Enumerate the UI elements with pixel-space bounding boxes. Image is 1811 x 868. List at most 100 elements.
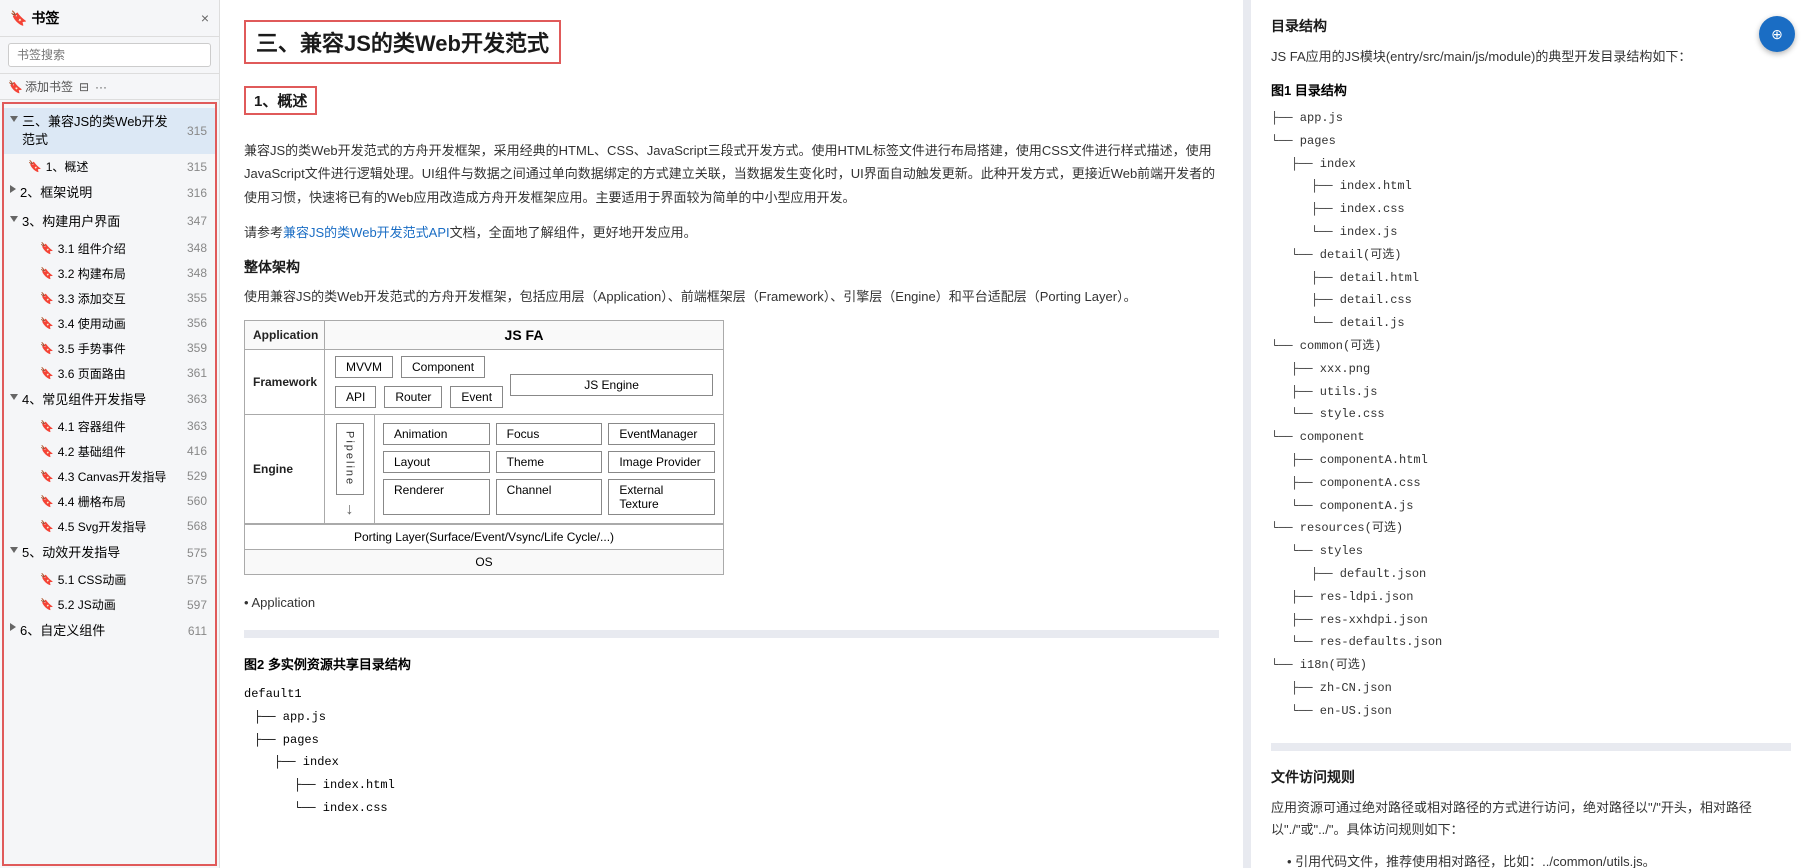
sidebar-item-3-6[interactable]: 🔖 3.6 页面路由 361: [4, 361, 215, 386]
file-tree-item: └── detail(可选): [1271, 244, 1791, 267]
right-panel: 目录结构 JS FA应用的JS模块(entry/src/main/js/modu…: [1251, 0, 1811, 868]
intro-paragraph: 兼容JS的类Web开发范式的方舟开发框架，采用经典的HTML、CSS、JavaS…: [244, 139, 1219, 209]
main-content: 三、兼容JS的类Web开发范式 1、概述 兼容JS的类Web开发范式的方舟开发框…: [220, 0, 1811, 868]
file-tree-item: └── res-defaults.json: [1271, 631, 1791, 654]
file-tree-item: ├── detail.css: [1271, 289, 1791, 312]
os-label: OS: [475, 555, 492, 569]
file-tree: ├── app.js└── pages├── index├── index.ht…: [1271, 107, 1791, 723]
bookmark-icon-5-1: 🔖: [40, 573, 54, 586]
sidebar-item-4-4-page: 560: [179, 494, 207, 508]
sidebar-item-section2[interactable]: 2、框架说明 316: [4, 179, 215, 207]
sidebar-search-container: [0, 37, 219, 74]
sidebar-title: 书签: [31, 10, 59, 26]
sidebar-search-input[interactable]: [8, 43, 211, 67]
link-suffix: 文档，全面地了解组件，更好地开发应用。: [450, 225, 697, 240]
fab-button[interactable]: ⊕: [1759, 16, 1795, 52]
sidebar-item-1-overview[interactable]: 🔖 1、概述 315: [4, 154, 215, 179]
sidebar-item-4-1-label: 4.1 容器组件: [58, 418, 126, 435]
image-provider-box: Image Provider: [608, 451, 715, 473]
sidebar-item-4-3-page: 529: [179, 469, 207, 483]
right-panel-intro: JS FA应用的JS模块(entry/src/main/js/module)的典…: [1271, 46, 1791, 68]
sidebar-item-3-5[interactable]: 🔖 3.5 手势事件 359: [4, 336, 215, 361]
fig2-label: 图2 多实例资源共享目录结构: [244, 654, 1219, 673]
link-para: 请参考兼容JS的类Web开发范式API文档，全面地了解组件，更好地开发应用。: [244, 221, 1219, 244]
sidebar-item-3-4-label: 3.4 使用动画: [58, 315, 126, 332]
event-box: Event: [450, 386, 503, 408]
sidebar-item-section3b-label: 3、构建用户界面: [22, 213, 120, 231]
sidebar-item-3-2[interactable]: 🔖 3.2 构建布局 348: [4, 261, 215, 286]
bookmark-icon-3-3: 🔖: [40, 292, 54, 305]
expand-icon-section5: [10, 544, 18, 558]
bookmark-header-icon: 🔖: [10, 10, 27, 26]
bookmark-icon-4-1: 🔖: [40, 420, 54, 433]
sidebar-item-4-1[interactable]: 🔖 4.1 容器组件 363: [4, 414, 215, 439]
sidebar-item-4-3[interactable]: 🔖 4.3 Canvas开发指导 529: [4, 464, 215, 489]
sidebar-item-section5[interactable]: 5、动效开发指导 575: [4, 539, 215, 567]
sidebar-item-3-4[interactable]: 🔖 3.4 使用动画 356: [4, 311, 215, 336]
main-content-block: 三、兼容JS的类Web开发范式 1、概述 兼容JS的类Web开发范式的方舟开发框…: [244, 20, 1219, 610]
sidebar-item-section4-page: 363: [179, 391, 207, 408]
file-tree-item: ├── index: [1271, 153, 1791, 176]
sidebar-item-3-5-page: 359: [179, 341, 207, 355]
file-access-title: 文件访问规则: [1271, 767, 1791, 787]
sidebar-item-3-4-page: 356: [179, 316, 207, 330]
bookmark-icon-3-1: 🔖: [40, 242, 54, 255]
rules-list: • 引用代码文件，推荐使用相对路径，比如：../common/utils.js。…: [1271, 851, 1791, 868]
more-options-button[interactable]: ···: [95, 80, 107, 94]
sidebar-item-3-3[interactable]: 🔖 3.3 添加交互 355: [4, 286, 215, 311]
fig2-tree-line-5: ├── index.html: [244, 774, 1219, 797]
fig2-tree-line-4: ├── index: [244, 751, 1219, 774]
sidebar-item-3-1[interactable]: 🔖 3.1 组件介绍 348: [4, 236, 215, 261]
file-tree-item: └── index.js: [1271, 221, 1791, 244]
animation-box: Animation: [383, 423, 490, 445]
sidebar-close-button[interactable]: ×: [201, 10, 209, 26]
sidebar-item-4-5[interactable]: 🔖 4.5 Svg开发指导 568: [4, 514, 215, 539]
sidebar-item-4-3-label: 4.3 Canvas开发指导: [58, 468, 167, 485]
channel-box: Channel: [496, 479, 603, 515]
sidebar-item-section6[interactable]: 6、自定义组件 611: [4, 617, 215, 645]
api-link[interactable]: 兼容JS的类Web开发范式API: [283, 225, 450, 240]
sidebar-item-4-2-label: 4.2 基础组件: [58, 443, 126, 460]
fig2-section: 图2 多实例资源共享目录结构 default1 ├── app.js ├── p…: [244, 630, 1219, 820]
sidebar-item-5-2[interactable]: 🔖 5.2 JS动画 597: [4, 592, 215, 617]
focus-box: Focus: [496, 423, 603, 445]
file-tree-item: └── en-US.json: [1271, 700, 1791, 723]
file-tree-item: ├── index.css: [1271, 198, 1791, 221]
bookmark-icon-4-4: 🔖: [40, 495, 54, 508]
sidebar-item-4-4-label: 4.4 栅格布局: [58, 493, 126, 510]
js-engine-box: JS Engine: [510, 374, 713, 396]
sidebar-item-4-4[interactable]: 🔖 4.4 栅格布局 560: [4, 489, 215, 514]
framework-content: MVVM Component API Router Event JS Engin…: [325, 350, 723, 414]
file-tree-item: └── common(可选): [1271, 335, 1791, 358]
sidebar-item-3-1-page: 348: [179, 241, 207, 255]
file-tree-item: ├── app.js: [1271, 107, 1791, 130]
collapse-button[interactable]: ⊟: [79, 80, 89, 94]
sidebar-item-1-page: 315: [179, 160, 207, 174]
theme-box: Theme: [496, 451, 603, 473]
sidebar-item-section2-page: 316: [179, 185, 207, 202]
sidebar-item-section3[interactable]: 三、兼容JS的类Web开发范式 315: [4, 108, 215, 154]
sidebar-item-4-5-label: 4.5 Svg开发指导: [58, 518, 147, 535]
add-bookmark-icon: 🔖: [8, 80, 23, 94]
os-row: OS: [245, 549, 723, 574]
sidebar-item-5-1[interactable]: 🔖 5.1 CSS动画 575: [4, 567, 215, 592]
sidebar-item-section4-label: 4、常见组件开发指导: [22, 391, 146, 409]
sidebar-item-section2-label: 2、框架说明: [20, 184, 92, 202]
sidebar-item-4-5-page: 568: [179, 519, 207, 533]
file-access-intro: 应用资源可通过绝对路径或相对路径的方式进行访问，绝对路径以"/"开头，相对路径以…: [1271, 797, 1791, 841]
sidebar-item-section3-build[interactable]: 3、构建用户界面 347: [4, 208, 215, 236]
sub-heading: 1、概述: [244, 86, 317, 115]
file-tree-item: └── detail.js: [1271, 312, 1791, 335]
bookmark-icon-3-4: 🔖: [40, 317, 54, 330]
sidebar-item-section4[interactable]: 4、常见组件开发指导 363: [4, 386, 215, 414]
component-box: Component: [401, 356, 485, 378]
sidebar-item-4-2[interactable]: 🔖 4.2 基础组件 416: [4, 439, 215, 464]
sidebar-header-left: 🔖 书签: [10, 8, 59, 28]
file-tree-item: └── style.css: [1271, 403, 1791, 426]
sidebar-item-3-3-page: 355: [179, 291, 207, 305]
bookmark-icon-3-2: 🔖: [40, 267, 54, 280]
add-bookmark-button[interactable]: 🔖 添加书签: [8, 78, 73, 95]
expand-icon-section2: [10, 184, 16, 198]
sidebar-item-section6-page: 611: [179, 623, 207, 640]
architecture-diagram: Application JS FA Framework MVVM Compone…: [244, 320, 724, 575]
